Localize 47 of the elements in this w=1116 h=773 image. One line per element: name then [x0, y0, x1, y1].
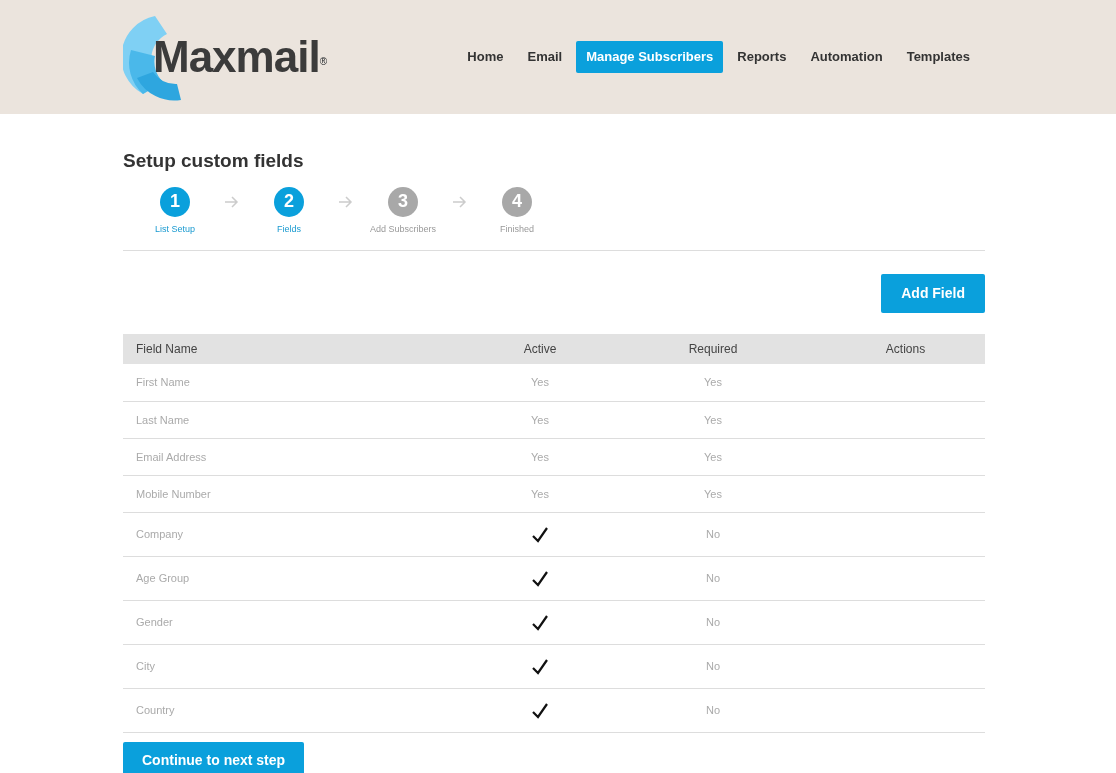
- nav-link[interactable]: Automation: [800, 41, 893, 73]
- table-cell: Email Address: [123, 438, 480, 476]
- table-cell: No: [600, 556, 826, 601]
- checkbox[interactable]: [532, 702, 548, 719]
- table-cell: Yes: [600, 475, 826, 513]
- trademark-mark: ®: [319, 55, 327, 67]
- table-cell: Yes: [480, 438, 600, 476]
- step-number: 4: [502, 186, 532, 217]
- page-title: Setup custom fields: [123, 150, 305, 173]
- step-number: 2: [274, 186, 304, 217]
- step-label: List Setup: [155, 222, 195, 236]
- table-cell: No: [600, 644, 826, 689]
- table-cell: Company: [123, 512, 480, 557]
- nav-link[interactable]: Templates: [896, 41, 980, 73]
- table-cell: Last Name: [123, 401, 480, 439]
- brand-name: Maxmail: [153, 35, 320, 79]
- checkbox[interactable]: [532, 614, 548, 631]
- table-cell: Yes: [600, 401, 826, 439]
- step-number: 1: [160, 186, 190, 217]
- table-cell: Gender: [123, 600, 480, 645]
- table-cell: No: [600, 688, 826, 733]
- step-label: Finished: [500, 222, 534, 236]
- column-header: Required: [600, 334, 826, 365]
- table-cell: Yes: [600, 438, 826, 476]
- nav-link[interactable]: Email: [517, 41, 573, 73]
- checkbox[interactable]: [532, 526, 548, 543]
- table-cell: Yes: [600, 364, 826, 402]
- step-label: Add Subscribers: [369, 222, 436, 236]
- table-cell: Mobile Number: [123, 475, 480, 513]
- column-header: Active: [480, 334, 600, 365]
- column-header: Actions: [826, 334, 985, 365]
- table-cell: City: [123, 644, 480, 689]
- checkbox[interactable]: [532, 570, 548, 587]
- checkbox[interactable]: [532, 658, 548, 675]
- table-cell: No: [600, 512, 826, 557]
- table-cell: First Name: [123, 364, 480, 402]
- column-header: Field Name: [123, 334, 480, 365]
- table-cell: No: [600, 600, 826, 645]
- table-cell: Yes: [480, 475, 600, 513]
- table-cell: Yes: [480, 364, 600, 402]
- nav-link[interactable]: Reports: [727, 41, 797, 73]
- table-cell: Age Group: [123, 556, 480, 601]
- nav-link[interactable]: Home: [457, 41, 514, 73]
- table-cell: Country: [123, 688, 480, 733]
- step-number: 3: [388, 186, 418, 217]
- table-cell: Yes: [480, 401, 600, 439]
- step-label: Fields: [277, 222, 301, 236]
